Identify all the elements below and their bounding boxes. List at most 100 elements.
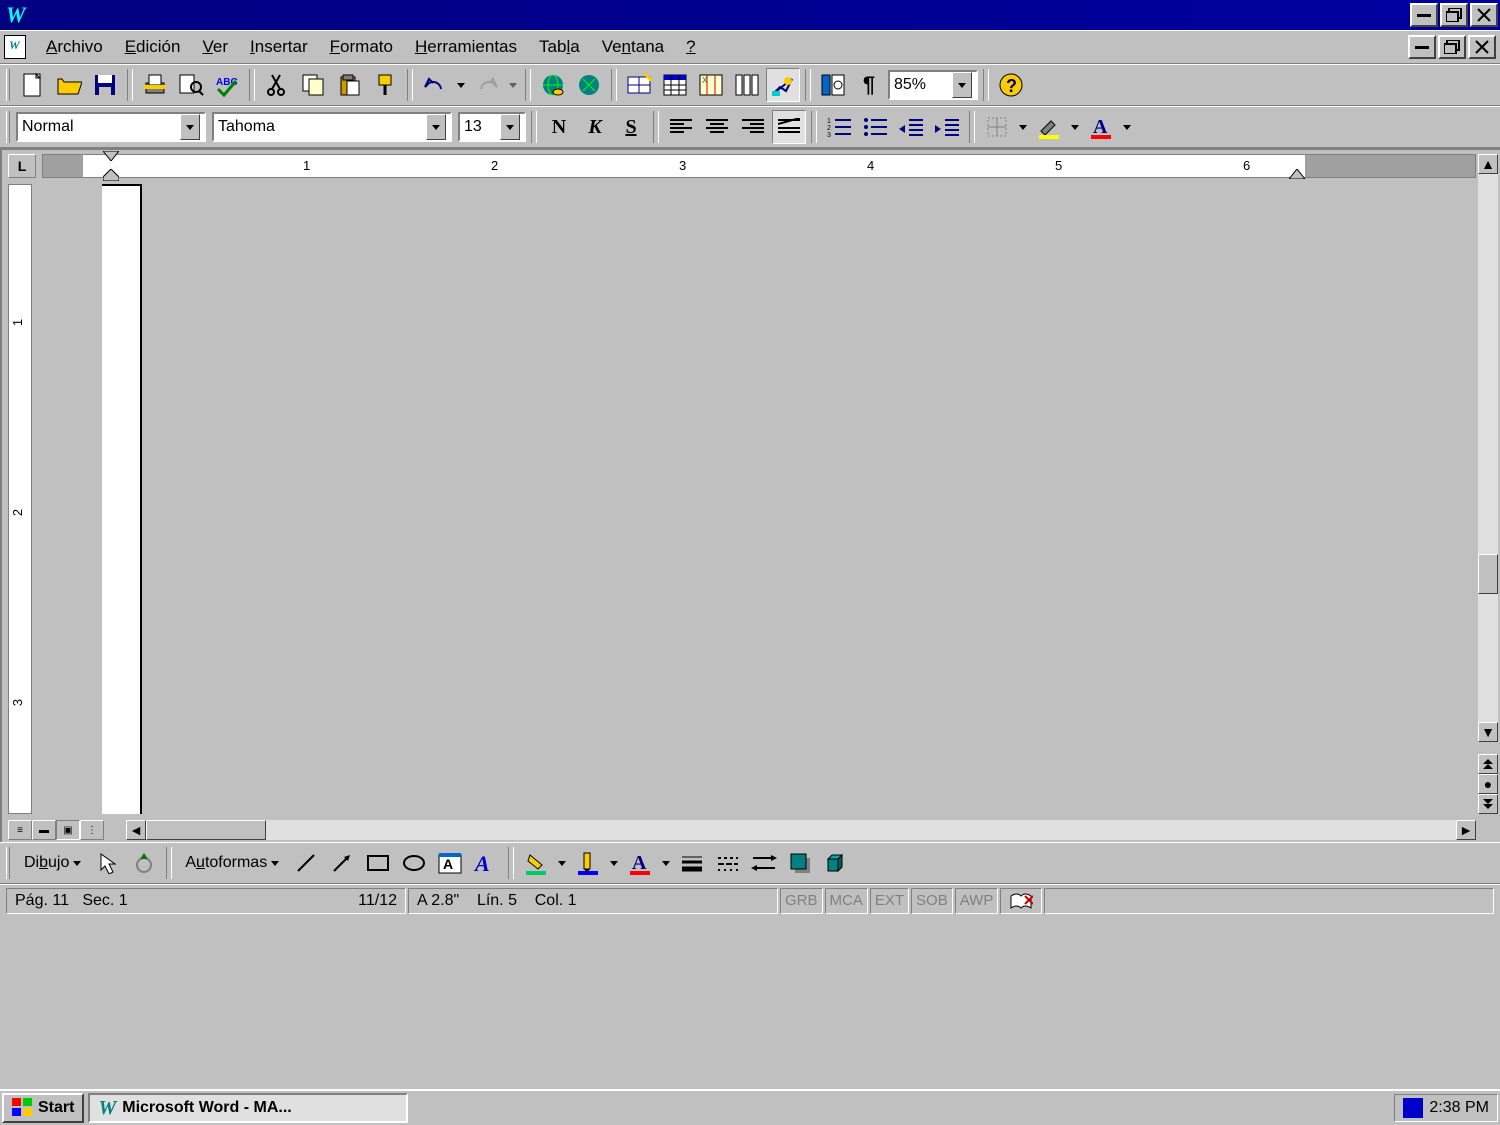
spellcheck-button[interactable]: ABC xyxy=(210,68,244,102)
dash-style-button[interactable] xyxy=(711,846,745,880)
minimize-button[interactable] xyxy=(1410,3,1438,27)
status-grb[interactable]: GRB xyxy=(780,888,823,914)
line-color-button[interactable] xyxy=(571,846,605,880)
highlight-button[interactable] xyxy=(1032,110,1066,144)
right-indent-marker[interactable] xyxy=(1289,169,1305,179)
document-canvas[interactable] xyxy=(42,184,1476,814)
line-style-button[interactable] xyxy=(675,846,709,880)
paste-button[interactable] xyxy=(332,68,366,102)
help-button[interactable]: ? xyxy=(994,68,1028,102)
status-sob[interactable]: SOB xyxy=(911,888,953,914)
bullet-list-button[interactable] xyxy=(858,110,892,144)
italic-button[interactable]: K xyxy=(578,110,612,144)
browse-object-button[interactable]: ● xyxy=(1478,774,1498,794)
page-layout-view-button[interactable]: ▣ xyxy=(56,820,80,840)
align-left-button[interactable] xyxy=(664,110,698,144)
redo-dropdown[interactable] xyxy=(506,68,520,102)
underline-button[interactable]: S xyxy=(614,110,648,144)
drawing-toggle-button[interactable] xyxy=(766,68,800,102)
document-icon[interactable] xyxy=(4,35,26,59)
oval-button[interactable] xyxy=(397,846,431,880)
arrow-button[interactable] xyxy=(325,846,359,880)
rectangle-button[interactable] xyxy=(361,846,395,880)
format-painter-button[interactable] xyxy=(368,68,402,102)
menu-edicion[interactable]: Edición xyxy=(115,33,191,61)
columns-button[interactable] xyxy=(730,68,764,102)
first-line-indent-marker[interactable] xyxy=(103,151,119,161)
undo-button[interactable] xyxy=(418,68,452,102)
menu-insertar[interactable]: Insertar xyxy=(240,33,318,61)
highlight-dropdown[interactable] xyxy=(1068,110,1082,144)
menu-help[interactable]: ? xyxy=(676,33,705,61)
next-page-button[interactable] xyxy=(1478,794,1498,814)
textbox-button[interactable]: A xyxy=(433,846,467,880)
menu-tabla[interactable]: Tabla xyxy=(529,33,590,61)
vertical-ruler[interactable]: 1 2 3 xyxy=(8,184,32,814)
close-button[interactable] xyxy=(1470,3,1498,27)
align-justify-button[interactable] xyxy=(772,110,806,144)
menu-herramientas[interactable]: Herramientas xyxy=(405,33,527,61)
insert-table-button[interactable] xyxy=(658,68,692,102)
font-color-button[interactable]: A xyxy=(1084,110,1118,144)
doc-close-button[interactable] xyxy=(1468,35,1496,59)
status-book-icon[interactable] xyxy=(1000,888,1042,914)
new-button[interactable] xyxy=(16,68,50,102)
3d-button[interactable] xyxy=(819,846,853,880)
font-combo[interactable]: Tahoma xyxy=(212,112,452,142)
bold-button[interactable]: N xyxy=(542,110,576,144)
copy-button[interactable] xyxy=(296,68,330,102)
restore-button[interactable] xyxy=(1440,3,1468,27)
tray-network-icon[interactable] xyxy=(1403,1098,1423,1118)
fontsize-combo[interactable]: 13 xyxy=(458,112,526,142)
arrow-style-button[interactable] xyxy=(747,846,781,880)
borders-button[interactable] xyxy=(980,110,1014,144)
print-button[interactable] xyxy=(138,68,172,102)
online-view-button[interactable]: ▬ xyxy=(32,820,56,840)
status-mca[interactable]: MCA xyxy=(825,888,868,914)
wordart-button[interactable]: A xyxy=(469,846,503,880)
tab-selector[interactable]: L xyxy=(8,154,36,178)
previous-page-button[interactable] xyxy=(1478,754,1498,774)
borders-dropdown[interactable] xyxy=(1016,110,1030,144)
line-color-dropdown[interactable] xyxy=(607,846,621,880)
shadow-button[interactable] xyxy=(783,846,817,880)
horizontal-scrollbar[interactable]: ◄ ► xyxy=(126,820,1476,840)
horizontal-ruler[interactable]: 1 2 3 4 5 6 xyxy=(42,154,1476,178)
redo-button[interactable] xyxy=(470,68,504,102)
show-hide-button[interactable]: ¶ xyxy=(852,68,886,102)
zoom-combo[interactable]: 85% xyxy=(888,70,978,100)
outline-view-button[interactable]: ⋮ xyxy=(80,820,104,840)
status-awp[interactable]: AWP xyxy=(955,888,999,914)
left-indent-marker[interactable] xyxy=(103,169,119,181)
vscroll-thumb[interactable] xyxy=(1478,554,1498,594)
free-rotate-button[interactable] xyxy=(127,846,161,880)
document-map-button[interactable] xyxy=(816,68,850,102)
save-button[interactable] xyxy=(88,68,122,102)
scroll-left-button[interactable]: ◄ xyxy=(126,820,146,840)
open-button[interactable] xyxy=(52,68,86,102)
cut-button[interactable] xyxy=(260,68,294,102)
scroll-right-button[interactable]: ► xyxy=(1456,820,1476,840)
style-combo[interactable]: Normal xyxy=(16,112,206,142)
fill-color-button[interactable] xyxy=(519,846,553,880)
draw-menu-button[interactable]: Dibujo xyxy=(16,850,89,876)
font-color-draw-button[interactable]: A xyxy=(623,846,657,880)
print-preview-button[interactable] xyxy=(174,68,208,102)
doc-restore-button[interactable] xyxy=(1438,35,1466,59)
decrease-indent-button[interactable] xyxy=(894,110,928,144)
hyperlink-button[interactable] xyxy=(536,68,570,102)
numbered-list-button[interactable]: 123 xyxy=(822,110,856,144)
font-color-draw-dropdown[interactable] xyxy=(659,846,673,880)
align-right-button[interactable] xyxy=(736,110,770,144)
normal-view-button[interactable]: ≡ xyxy=(8,820,32,840)
scroll-up-button[interactable]: ▲ xyxy=(1478,154,1498,174)
web-toolbar-button[interactable] xyxy=(572,68,606,102)
line-button[interactable] xyxy=(289,846,323,880)
autoshapes-menu-button[interactable]: Autoformas xyxy=(177,850,287,876)
font-color-dropdown[interactable] xyxy=(1120,110,1134,144)
align-center-button[interactable] xyxy=(700,110,734,144)
select-objects-button[interactable] xyxy=(91,846,125,880)
task-button-word[interactable]: W Microsoft Word - MA... xyxy=(88,1093,408,1123)
increase-indent-button[interactable] xyxy=(930,110,964,144)
menu-archivo[interactable]: Archivo xyxy=(36,33,113,61)
